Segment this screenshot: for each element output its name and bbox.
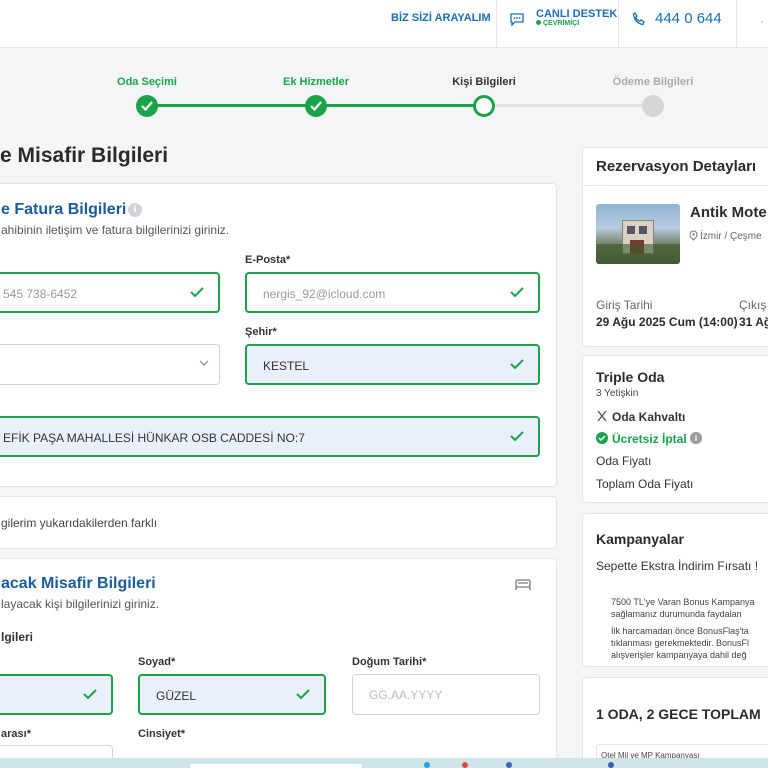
gender-label: Cinsiyet* <box>138 728 186 740</box>
check-icon <box>510 287 524 298</box>
online-dot-icon <box>536 20 541 25</box>
page-title: e Misafir Bilgileri <box>0 144 169 167</box>
hotel-location: İzmir / Çeşme <box>700 231 762 242</box>
step-line-todo <box>484 104 653 107</box>
dob-field[interactable]: GG.AA.YYYY <box>352 674 540 715</box>
campaign-desc: 7500 TL'ye Varan Bonus Kampanya <box>611 597 755 607</box>
total-price-label: Toplam Oda Fiyatı <box>596 477 694 491</box>
reservation-body: Antik Mote İzmir / Çeşme Giriş Tarihi 29… <box>583 186 768 346</box>
city-field[interactable]: KESTEL <box>245 344 540 385</box>
billing-different-label[interactable]: gilerim yukarıdakilerden farklı <box>1 516 157 530</box>
hotel-name[interactable]: Antik Mote <box>690 204 767 221</box>
guest-subtitle: layacak kişi bilgilerinizi giriniz. <box>1 597 160 611</box>
divider <box>496 0 497 48</box>
campaign-desc: tıklanması gerekmektedir. BonusFl <box>611 638 750 648</box>
step-current-icon <box>473 95 495 117</box>
room-price-label: Oda Fiyatı <box>596 454 652 468</box>
campaign-desc: sağlamanız durumunda faydalan <box>611 609 742 619</box>
room-guests: 3 Yetişkin <box>596 388 639 399</box>
id-label: arası* <box>1 728 31 740</box>
checkout-label: Çıkış <box>739 298 767 312</box>
campaign-desc: İlk harcamadan önce BonusFlaş'ta <box>611 626 749 636</box>
reservation-card: Rezervasyon Detayları Antik Mote İzmir /… <box>582 147 768 347</box>
info-icon[interactable]: i <box>128 203 142 217</box>
bed-icon <box>515 579 531 590</box>
email-field[interactable]: nergis_92@icloud.com <box>245 272 540 313</box>
step-done-icon[interactable] <box>305 95 327 117</box>
dob-label: Doğum Tarihi* <box>352 656 427 668</box>
campaign-desc: alışverişler kampanyaya dahil değ <box>611 650 747 660</box>
guest-heading: lgileri <box>1 630 34 644</box>
phone-field[interactable]: 545 738-6452 <box>0 272 220 313</box>
reservation-title: Rezervasyon Detayları <box>596 158 757 175</box>
contact-subtitle: ahibinin iletişim ve fatura bilgileriniz… <box>1 223 230 237</box>
surname-label: Soyad* <box>138 656 176 668</box>
phone-icon[interactable] <box>631 11 647 27</box>
checkin-label: Giriş Tarihi <box>596 298 653 312</box>
surname-field[interactable]: GÜZEL <box>138 674 326 715</box>
taskbar-app-icon[interactable] <box>608 762 614 768</box>
campaigns-title: Kampanyalar <box>596 531 684 547</box>
email-label: E-Posta* <box>245 254 291 266</box>
phone-number[interactable]: 444 0 644 <box>655 10 722 27</box>
name-field[interactable] <box>0 674 113 715</box>
billing-different-row[interactable]: gilerim yukarıdakilerden farklı <box>0 496 557 549</box>
address-field[interactable]: EFİK PAŞA MAHALLESİ HÜNKAR OSB CADDESİ N… <box>0 416 540 457</box>
step-todo-icon <box>642 95 664 117</box>
cutlery-icon <box>597 410 607 422</box>
free-cancel: Ücretsiz İptal <box>612 432 687 446</box>
taskbar-app-icon[interactable] <box>506 762 512 768</box>
taskbar-search[interactable] <box>190 764 362 768</box>
chevron-down-icon <box>199 360 209 366</box>
contact-card: e Fatura Bilgileri i ahibinin iletişim v… <box>0 183 557 487</box>
room-name: Triple Oda <box>596 369 665 385</box>
step-label-payment: Ödeme Bilgileri <box>612 76 694 88</box>
overflow-icon[interactable]: · <box>760 14 764 28</box>
check-circle-icon <box>596 432 608 444</box>
location-pin-icon <box>689 230 698 241</box>
step-label-room[interactable]: Oda Seçimi <box>87 76 207 88</box>
check-icon <box>190 287 204 298</box>
callback-link[interactable]: BİZ SİZİ ARAYALIM <box>391 12 491 24</box>
hotel-image[interactable] <box>596 204 680 264</box>
check-icon <box>510 359 524 370</box>
board-type: Oda Kahvaltı <box>612 410 686 424</box>
info-icon[interactable]: i <box>690 432 702 444</box>
taskbar-app-icon[interactable] <box>424 762 430 768</box>
city-label: Şehir* <box>245 326 277 338</box>
step-done-icon[interactable] <box>136 95 158 117</box>
step-label-person: Kişi Bilgileri <box>452 76 516 88</box>
guest-title: acak Misafir Bilgileri <box>1 575 156 592</box>
step-label-extras[interactable]: Ek Hizmetler <box>256 76 376 88</box>
live-support-link[interactable]: CANLI DESTEK <box>536 8 617 20</box>
campaign-item[interactable]: Sepette Ekstra İndirim Fırsatı ! <box>596 559 758 573</box>
online-status: ÇEVRİMİÇİ <box>536 20 579 27</box>
divider <box>618 0 619 48</box>
taskbar-app-icon[interactable] <box>462 762 468 768</box>
check-icon <box>296 689 310 700</box>
chat-icon[interactable] <box>509 11 525 27</box>
district-select[interactable] <box>0 344 220 385</box>
checkout-value: 31 Ağ <box>739 315 768 329</box>
campaigns-card: Kampanyalar Sepette Ekstra İndirim Fırsa… <box>582 513 768 667</box>
top-bar: BİZ SİZİ ARAYALIM CANLI DESTEK ÇEVRİMİÇİ… <box>0 0 768 48</box>
guest-card: acak Misafir Bilgileri layacak kişi bilg… <box>0 558 557 768</box>
room-card: Triple Oda 3 Yetişkin Oda Kahvaltı Ücret… <box>582 355 768 503</box>
summary-title: 1 ODA, 2 GECE TOPLAM <box>596 706 761 722</box>
taskbar <box>0 758 768 768</box>
check-icon <box>510 431 524 442</box>
checkin-value: 29 Ağu 2025 Cum (14:00) <box>596 315 738 329</box>
check-icon <box>83 689 97 700</box>
divider <box>736 0 737 48</box>
summary-card: 1 ODA, 2 GECE TOPLAM Otel Mil ve MP Kamp… <box>582 677 768 768</box>
contact-title: e Fatura Bilgileri <box>1 201 127 218</box>
